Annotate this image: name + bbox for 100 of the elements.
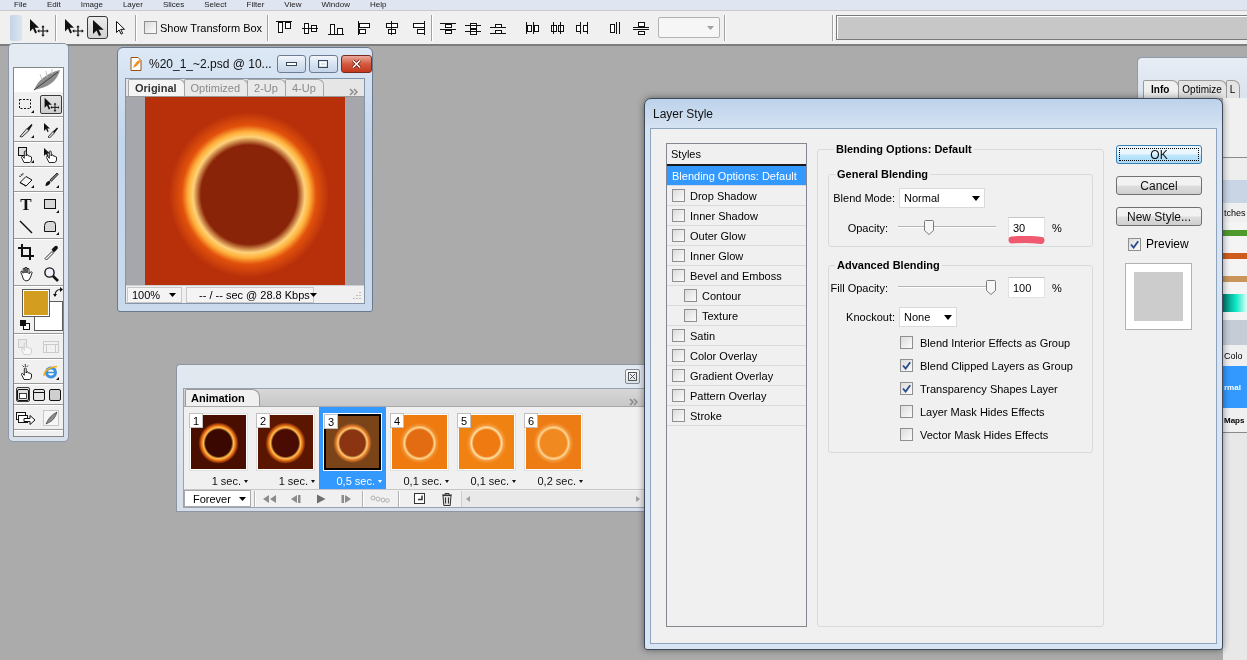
tool-button[interactable] bbox=[15, 387, 30, 402]
color-swatch[interactable] bbox=[22, 289, 50, 317]
checkbox[interactable] bbox=[684, 289, 697, 302]
checkbox[interactable] bbox=[672, 249, 685, 262]
frame-delay[interactable]: 1 sec. bbox=[252, 475, 319, 487]
page-corner-icon[interactable] bbox=[414, 493, 425, 504]
knockout-dropdown[interactable]: None bbox=[899, 307, 957, 327]
animation-frame[interactable]: 5 0,1 sec. bbox=[453, 407, 520, 489]
checkbox[interactable] bbox=[1128, 237, 1141, 251]
animation-frame[interactable]: 4 0,1 sec. bbox=[386, 407, 453, 489]
style-list-item[interactable]: Gradient Overlay bbox=[667, 366, 806, 386]
type-tool-button[interactable]: T bbox=[15, 195, 37, 214]
dialog-button[interactable]: New Style... bbox=[1116, 207, 1202, 226]
checkbox[interactable] bbox=[672, 189, 685, 202]
style-list-item[interactable]: Outer Glow bbox=[667, 226, 806, 246]
loop-dropdown[interactable]: Forever bbox=[184, 490, 251, 507]
style-list-item[interactable]: Bevel and Emboss bbox=[667, 266, 806, 286]
checkbox-label[interactable]: Transparency Shapes Layer bbox=[920, 382, 1058, 395]
maximize-button[interactable] bbox=[308, 55, 338, 73]
menu-item[interactable]: Help bbox=[369, 0, 387, 10]
tool-mode-button[interactable] bbox=[63, 16, 84, 39]
style-list-item[interactable]: Color Overlay bbox=[667, 346, 806, 366]
style-list-item[interactable]: Drop Shadow bbox=[667, 186, 806, 206]
style-list-item[interactable]: Texture bbox=[667, 306, 806, 326]
animation-frame[interactable]: 2 1 sec. bbox=[252, 407, 319, 489]
first-frame-icon[interactable] bbox=[261, 493, 277, 504]
style-list-item[interactable]: Satin bbox=[667, 326, 806, 346]
swap-arrow-icon[interactable] bbox=[53, 287, 63, 297]
menu-item[interactable]: Edit bbox=[46, 0, 61, 10]
checkbox-label[interactable]: Preview bbox=[1146, 237, 1189, 251]
slider-thumb[interactable] bbox=[924, 220, 935, 235]
checkbox[interactable] bbox=[900, 428, 913, 441]
frame-delay[interactable]: 0,1 sec. bbox=[453, 475, 520, 487]
checkbox[interactable] bbox=[672, 229, 685, 242]
frame-delay[interactable]: 0,2 sec. bbox=[520, 475, 587, 487]
minimize-button[interactable] bbox=[276, 55, 306, 73]
checkbox-label[interactable]: Vector Mask Hides Effects bbox=[920, 428, 1049, 441]
checkbox[interactable] bbox=[672, 269, 685, 282]
animation-frame[interactable]: 1 1 sec. bbox=[185, 407, 252, 489]
menu-item[interactable]: Select bbox=[204, 0, 227, 10]
style-list-item[interactable]: Inner Glow bbox=[667, 246, 806, 266]
checkbox[interactable] bbox=[684, 309, 697, 322]
tool-button[interactable] bbox=[47, 387, 62, 402]
tool-button[interactable] bbox=[40, 95, 62, 114]
checkbox[interactable] bbox=[144, 21, 157, 34]
double-chevron-icon[interactable] bbox=[349, 88, 358, 96]
checkbox[interactable] bbox=[672, 369, 685, 382]
percent-input[interactable]: 100 bbox=[1008, 277, 1045, 298]
frame-delay[interactable]: 1 sec. bbox=[185, 475, 252, 487]
slider-thumb[interactable] bbox=[986, 280, 996, 295]
tool-button[interactable] bbox=[15, 145, 37, 164]
frame-delay[interactable]: 0,1 sec. bbox=[386, 475, 453, 487]
checkbox[interactable] bbox=[900, 382, 913, 395]
close-button[interactable] bbox=[625, 369, 640, 384]
checkbox-label[interactable]: Blend Clipped Layers as Group bbox=[920, 359, 1073, 372]
default-colors-icon[interactable] bbox=[20, 320, 30, 330]
menu-item[interactable]: Window bbox=[321, 0, 350, 10]
grip-icon[interactable] bbox=[10, 14, 22, 41]
color-swatch[interactable] bbox=[22, 289, 63, 331]
checkbox[interactable] bbox=[672, 329, 685, 342]
animation-frame[interactable]: 6 0,2 sec. bbox=[520, 407, 587, 489]
menu-item[interactable]: Slices bbox=[162, 0, 185, 10]
checkbox[interactable] bbox=[672, 209, 685, 222]
palette-tab[interactable]: Animation bbox=[185, 389, 260, 406]
menu-item[interactable]: Filter bbox=[246, 0, 265, 10]
tool-button[interactable] bbox=[31, 387, 46, 402]
view-tab[interactable]: Original bbox=[128, 79, 185, 96]
play-icon[interactable] bbox=[316, 493, 326, 504]
checkbox-label[interactable]: Layer Mask Hides Effects bbox=[920, 405, 1045, 418]
zoom-dropdown[interactable]: 100% bbox=[127, 286, 182, 303]
swatch-bar[interactable] bbox=[1223, 230, 1247, 236]
dialog-button[interactable]: OK bbox=[1116, 145, 1202, 164]
checkbox[interactable] bbox=[900, 405, 913, 418]
distribute-left-icon[interactable] bbox=[523, 19, 542, 36]
style-list-item[interactable]: Inner Shadow bbox=[667, 206, 806, 226]
tool-button[interactable] bbox=[15, 242, 37, 261]
distribute-vertical-icon[interactable] bbox=[632, 19, 651, 36]
arrow-cross-icon[interactable] bbox=[28, 17, 49, 38]
tool-mode-button[interactable] bbox=[87, 16, 108, 39]
menu-item[interactable]: File bbox=[14, 0, 27, 10]
checkbox-label[interactable]: Show Transform Box bbox=[160, 21, 263, 34]
checkbox[interactable] bbox=[900, 359, 913, 372]
percent-input[interactable]: 30 bbox=[1008, 217, 1045, 238]
style-list-item[interactable]: Pattern Overlay bbox=[667, 386, 806, 406]
style-list-item[interactable]: Stroke bbox=[667, 406, 806, 426]
menu-item[interactable]: View bbox=[284, 0, 302, 10]
swatch-bar[interactable] bbox=[1223, 276, 1247, 282]
download-time-dropdown[interactable]: -- / -- sec @ 28.8 Kbps bbox=[186, 286, 314, 303]
menu-item[interactable]: Layer bbox=[122, 0, 143, 10]
palette-tab[interactable]: tches bbox=[1223, 203, 1247, 222]
style-list-item[interactable]: Contour bbox=[667, 286, 806, 306]
scrollbar[interactable] bbox=[461, 490, 644, 507]
palette-tab[interactable]: Info bbox=[1143, 80, 1180, 98]
blend-mode-dropdown[interactable]: Normal bbox=[899, 188, 985, 208]
checkbox[interactable] bbox=[672, 389, 685, 402]
menu-item[interactable]: Image bbox=[80, 0, 103, 10]
close-button[interactable] bbox=[340, 55, 372, 73]
palette-tab[interactable]: Colo bbox=[1223, 345, 1247, 366]
align-top-icon[interactable] bbox=[275, 19, 294, 36]
dialog-button[interactable]: Cancel bbox=[1116, 176, 1202, 195]
